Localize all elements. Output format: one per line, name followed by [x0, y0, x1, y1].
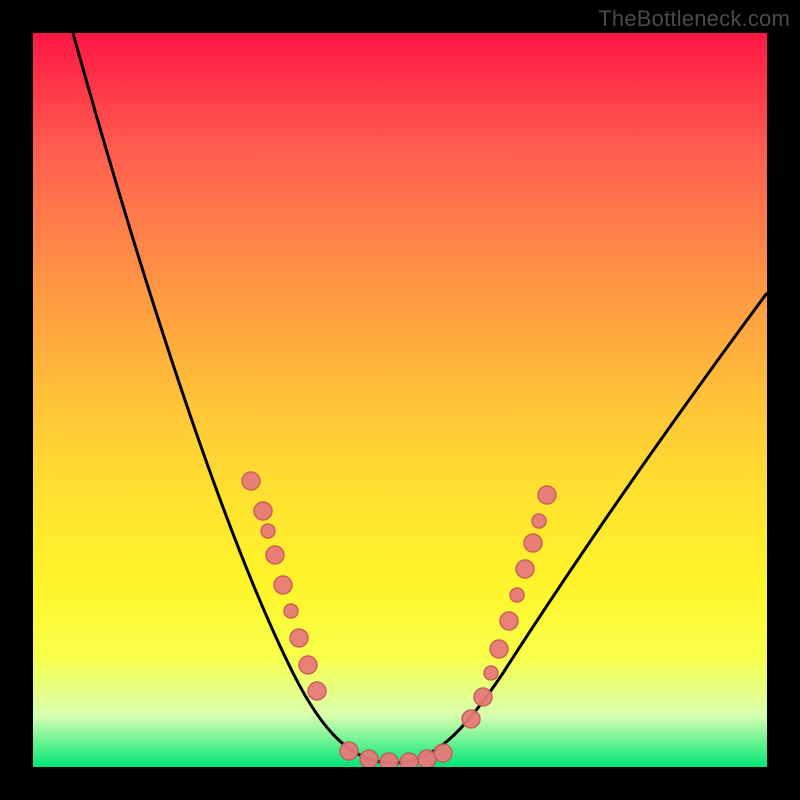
marker — [254, 502, 272, 520]
marker — [532, 514, 546, 528]
marker — [261, 524, 275, 538]
marker — [538, 486, 556, 504]
marker — [516, 560, 534, 578]
chart-frame: TheBottleneck.com — [0, 0, 800, 800]
marker — [524, 534, 542, 552]
bottleneck-curve — [73, 33, 767, 763]
marker — [308, 682, 326, 700]
watermark-text: TheBottleneck.com — [598, 6, 790, 32]
marker — [434, 744, 452, 762]
marker — [266, 546, 284, 564]
marker — [274, 576, 292, 594]
marker — [340, 742, 358, 760]
marker — [462, 710, 480, 728]
marker — [400, 753, 418, 767]
plot-area — [33, 33, 767, 767]
marker — [242, 472, 260, 490]
marker — [380, 753, 398, 767]
marker — [510, 588, 524, 602]
marker — [360, 750, 378, 767]
marker — [500, 612, 518, 630]
marker — [490, 640, 508, 658]
marker — [474, 688, 492, 706]
marker — [484, 666, 498, 680]
curve-layer — [33, 33, 767, 767]
marker — [290, 629, 308, 647]
marker — [284, 604, 298, 618]
marker — [299, 656, 317, 674]
